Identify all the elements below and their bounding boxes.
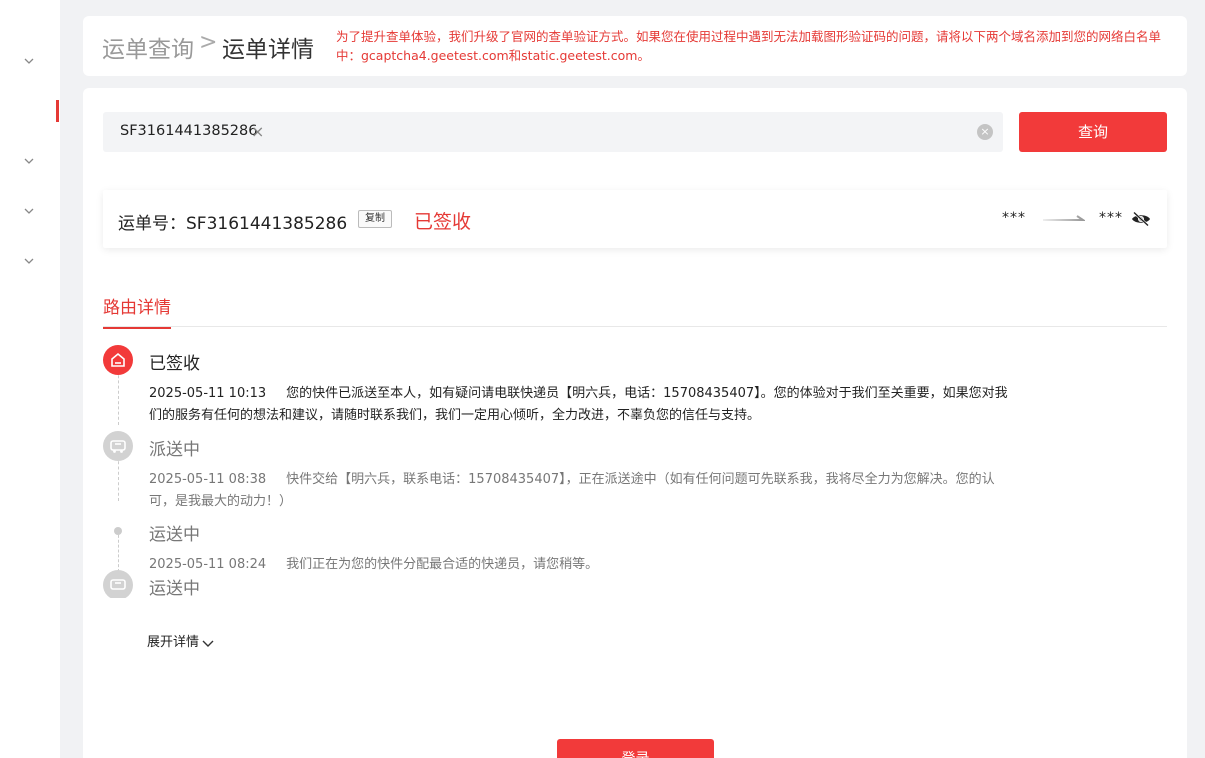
timeline-time: 2025-05-11 08:38 [149,472,267,487]
header-card: 运单查询 > 运单详情 为了提升查单体验，我们升级了官网的查单验证方式。如果您在… [83,16,1187,76]
signed-icon [103,345,133,375]
timeline-title: 运送中 [149,525,200,545]
timeline-item: 已签收 2025-05-11 10:13 您的快件已派送至本人，如有疑问请电联快递… [103,345,1103,425]
timeline-title: 运送中 [149,579,200,598]
chevron-down-icon[interactable] [22,154,36,168]
timeline-item: 运送中 2025-05-11 08:24 我们正在为您的快件分配最合适的快递员，请… [103,516,1103,576]
delivery-truck-icon [103,570,133,598]
status-badge: 已签收 [414,211,472,233]
waybill-summary: 运单号：SF3161441385286 复制 已签收 *** *** [103,190,1167,248]
captcha-notice: 为了提升查单体验，我们升级了官网的查单验证方式。如果您在使用过程中遇到无法加载图… [336,29,1162,63]
copy-button[interactable]: 复制 [358,210,392,228]
chevron-down-icon[interactable] [22,54,36,68]
tag-close-icon[interactable]: × [251,122,264,141]
timeline-title: 已签收 [149,354,200,374]
sidebar-active-indicator [56,100,59,122]
route-timeline: 已签收 2025-05-11 10:13 您的快件已派送至本人，如有疑问请电联快递… [103,340,1167,598]
login-button[interactable]: 登录 [557,739,714,758]
timeline-item: 派送中 2025-05-11 08:38 快件交给【明六兵，联系电话：157084… [103,431,1103,511]
chevron-down-icon[interactable] [22,254,36,268]
detail-tabs: 路由详情 [103,288,1167,329]
timeline-text: 快件交给【明六兵，联系电话：15708435407】，正在派送途中（如有任何问题… [149,472,995,509]
waybill-number: 运单号：SF3161441385286 [118,214,348,234]
chevron-down-icon[interactable] [22,204,36,218]
timeline-desc: 2025-05-11 08:38 快件交给【明六兵，联系电话：1570843540… [149,469,1019,513]
breadcrumb-root[interactable]: 运单查询 [102,30,194,64]
timeline-desc: 2025-05-11 10:13 您的快件已派送至本人，如有疑问请电联快递员【明六… [149,383,1019,427]
expand-details-button[interactable]: 展开详情 [147,631,214,650]
timeline-item: 运送中 [103,570,1103,598]
waybill-tag: SF3161441385286 [120,123,258,139]
query-button[interactable]: 查询 [1019,112,1167,152]
clear-icon[interactable]: × [977,124,993,140]
expand-label: 展开详情 [147,635,200,650]
sidebar [0,0,60,758]
destination-city: *** [1099,210,1123,226]
timeline-title: 派送中 [149,440,200,460]
route-arrow-icon [1043,215,1085,221]
timeline-dot [114,527,122,535]
origin-city: *** [1002,210,1026,226]
search-input[interactable]: SF3161441385286 × × [103,112,1003,152]
delivery-truck-icon [103,431,133,461]
timeline-time: 2025-05-11 10:13 [149,386,267,401]
timeline-text: 您的快件已派送至本人，如有疑问请电联快递员【明六兵，电话：15708435407… [149,386,1008,423]
chevron-down-icon [202,640,214,647]
breadcrumb-separator: > [199,30,218,55]
page-title: 运单详情 [222,37,314,63]
eye-hidden-icon[interactable] [1131,211,1151,227]
tab-route-detail[interactable]: 路由详情 [103,293,171,329]
main-card: SF3161441385286 × × 查询 运单号：SF31614413852… [83,88,1187,758]
